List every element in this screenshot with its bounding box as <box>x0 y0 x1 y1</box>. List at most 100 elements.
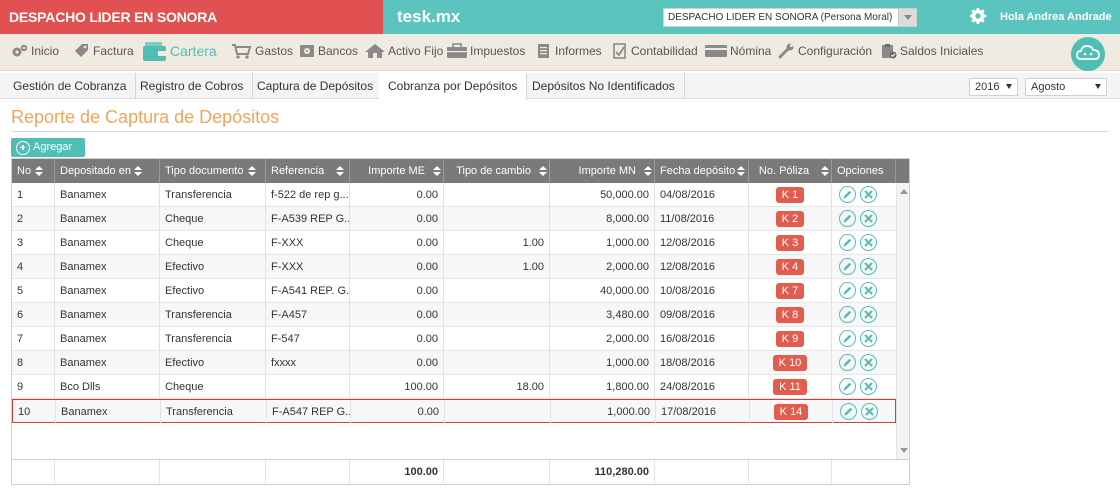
table-row[interactable]: 9 Bco Dlls Cheque 100.00 18.00 1,800.00 24/08/… <box>12 375 896 399</box>
column-header-poliza[interactable]: No. Póliza <box>749 159 832 183</box>
cell-fecha: 17/08/2016 <box>656 400 750 424</box>
edit-pencil-icon[interactable] <box>839 282 856 299</box>
table-row[interactable]: 3 Banamex Cheque F-XXX 0.00 1.00 1,000.00 12/08… <box>12 231 896 255</box>
column-header-no[interactable]: No <box>12 159 55 183</box>
sort-icon[interactable] <box>433 166 441 177</box>
year-select[interactable]: 2016 <box>969 78 1018 96</box>
sort-icon[interactable] <box>737 166 745 177</box>
poliza-badge[interactable]: K 11 <box>773 379 807 395</box>
tab-gestion-cobranza[interactable]: Gestión de Cobranza <box>4 73 137 99</box>
company-select[interactable]: DESPACHO LIDER EN SONORA (Persona Moral) <box>663 8 917 27</box>
menu-item-nomina[interactable]: Nómina <box>704 34 771 68</box>
poliza-badge[interactable]: K 2 <box>775 211 805 227</box>
tab-registro-cobros[interactable]: Registro de Cobros <box>131 73 254 99</box>
poliza-badge[interactable]: K 7 <box>775 283 805 299</box>
edit-pencil-icon[interactable] <box>839 354 856 371</box>
cloud-sync-button[interactable] <box>1071 37 1105 71</box>
month-select[interactable]: Agosto <box>1025 78 1107 96</box>
cell-importe-me: 0.00 <box>350 255 444 279</box>
menu-item-contabilidad[interactable]: Contabilidad <box>611 34 698 68</box>
tab-cobranza-depositos[interactable]: Cobranza por Depósitos <box>379 73 528 100</box>
table-row[interactable]: 4 Banamex Efectivo F-XXX 0.00 1.00 2,000.00 12/… <box>12 255 896 279</box>
tab-captura-depositos[interactable]: Captura de Depósitos <box>248 73 384 99</box>
table-row[interactable]: 1 Banamex Transferencia f-522 de rep g... 0.… <box>12 183 896 207</box>
delete-x-icon[interactable] <box>860 378 877 395</box>
sort-icon[interactable] <box>821 166 829 177</box>
menu-item-saldos-iniciales[interactable]: Saldos Iniciales <box>880 34 983 68</box>
edit-pencil-icon[interactable] <box>839 258 856 275</box>
sort-icon[interactable] <box>644 166 652 177</box>
menu-item-inicio[interactable]: Inicio <box>11 34 59 68</box>
poliza-badge[interactable]: K 1 <box>775 187 805 203</box>
menu-item-factura[interactable]: Factura <box>73 34 134 68</box>
table-row[interactable]: 5 Banamex Efectivo F-A541 REP. G... 0.00 40,0… <box>12 279 896 303</box>
cell-fecha: 18/08/2016 <box>655 351 749 375</box>
table-row[interactable]: 6 Banamex Transferencia F-A457 0.00 3,480.00 0… <box>12 303 896 327</box>
sort-icon[interactable] <box>336 166 344 177</box>
menu-item-cartera[interactable]: Cartera <box>142 34 217 68</box>
column-header-importe-mn[interactable]: Importe MN <box>550 159 655 183</box>
cell-poliza: K 1 <box>749 183 832 207</box>
edit-pencil-icon[interactable] <box>839 210 856 227</box>
cell-tipo-cambio <box>444 279 550 303</box>
delete-x-icon[interactable] <box>860 354 877 371</box>
scroll-down-icon[interactable] <box>900 448 908 453</box>
menu-item-activo-fijo[interactable]: Activo Fijo <box>364 34 443 68</box>
cell-poliza: K 10 <box>749 351 832 375</box>
delete-x-icon[interactable] <box>860 306 877 323</box>
edit-pencil-icon[interactable] <box>839 186 856 203</box>
tab-depositos-no-identificados[interactable]: Depósitos No Identificados <box>523 73 685 99</box>
edit-pencil-icon[interactable] <box>839 234 856 251</box>
table-row[interactable]: 7 Banamex Transferencia F-547 0.00 2,000.00 16… <box>12 327 896 351</box>
menu-item-informes[interactable]: Informes <box>535 34 602 68</box>
table-row[interactable]: 10 Banamex Transferencia F-A547 REP G... 0.0… <box>12 399 896 424</box>
cell-fecha: 09/08/2016 <box>655 303 749 327</box>
add-button[interactable]: Agregar <box>11 138 85 157</box>
delete-x-icon[interactable] <box>860 234 877 251</box>
menu-item-bancos[interactable]: Bancos <box>298 34 358 68</box>
poliza-badge[interactable]: K 4 <box>775 259 805 275</box>
menu-item-gastos[interactable]: Gastos <box>231 34 293 68</box>
edit-pencil-icon[interactable] <box>839 378 856 395</box>
menu-item-impuestos[interactable]: Impuestos <box>446 34 525 68</box>
delete-x-icon[interactable] <box>861 403 878 420</box>
gear-icon[interactable] <box>969 7 987 25</box>
sort-icon[interactable] <box>248 166 256 177</box>
poliza-badge[interactable]: K 3 <box>775 235 805 251</box>
delete-x-icon[interactable] <box>860 282 877 299</box>
column-header-tipo-cambio[interactable]: Tipo de cambio <box>444 159 550 183</box>
user-greeting[interactable]: Hola Andrea Andrade <box>1000 0 1112 34</box>
column-header-importe-me[interactable]: Importe ME <box>350 159 444 183</box>
column-header-tipo-documento[interactable]: Tipo documento <box>160 159 266 183</box>
poliza-badge[interactable]: K 10 <box>772 355 808 371</box>
sort-icon[interactable] <box>134 166 142 177</box>
menu-item-configuracion[interactable]: Configuración <box>778 34 872 68</box>
brand-logo[interactable]: tesk.mx <box>397 0 460 34</box>
edit-pencil-icon[interactable] <box>840 403 857 420</box>
poliza-badge[interactable]: K 14 <box>773 404 809 420</box>
delete-x-icon[interactable] <box>860 330 877 347</box>
delete-x-icon[interactable] <box>860 210 877 227</box>
edit-pencil-icon[interactable] <box>839 306 856 323</box>
title-divider <box>11 131 1109 132</box>
cell-poliza: K 7 <box>749 279 832 303</box>
chevron-down-icon[interactable] <box>898 9 916 26</box>
column-header-referencia[interactable]: Referencia <box>266 159 350 183</box>
delete-x-icon[interactable] <box>860 258 877 275</box>
cell-no: 8 <box>12 351 55 375</box>
poliza-badge[interactable]: K 9 <box>775 331 805 347</box>
table-row[interactable]: 2 Banamex Cheque F-A539 REP G... 0.00 8,000.0… <box>12 207 896 231</box>
cell-fecha: 10/08/2016 <box>655 279 749 303</box>
sort-icon[interactable] <box>35 166 43 177</box>
column-header-depositado[interactable]: Depositado en <box>55 159 160 183</box>
cell-referencia: fxxxx <box>266 351 350 375</box>
cell-no: 6 <box>12 303 55 327</box>
column-header-fecha[interactable]: Fecha depósito <box>655 159 749 183</box>
poliza-badge[interactable]: K 8 <box>775 307 805 323</box>
sort-icon[interactable] <box>539 166 547 177</box>
vertical-scrollbar[interactable] <box>896 183 909 459</box>
delete-x-icon[interactable] <box>860 186 877 203</box>
scroll-up-icon[interactable] <box>900 189 908 194</box>
table-row[interactable]: 8 Banamex Efectivo fxxxx 0.00 1,000.00 18/08/2… <box>12 351 896 375</box>
edit-pencil-icon[interactable] <box>839 330 856 347</box>
